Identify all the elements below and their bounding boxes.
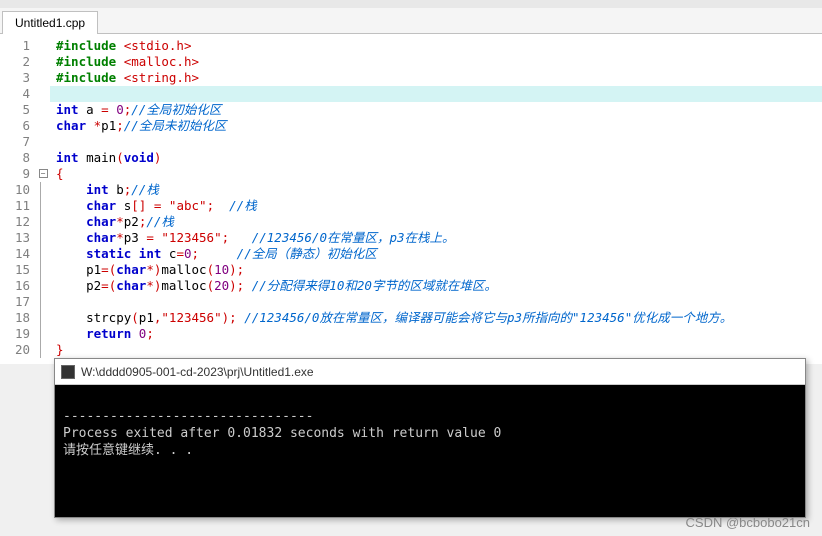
line-num: 15 — [0, 262, 30, 278]
line-num: 10 — [0, 182, 30, 198]
line-num: 3 — [0, 70, 30, 86]
code-line-highlight — [50, 86, 822, 102]
fold-toggle[interactable]: − — [36, 166, 50, 182]
line-num: 6 — [0, 118, 30, 134]
code-line: #include <string.h> — [56, 70, 822, 86]
line-gutter: 1 2 3 4 5 6 7 8 9 10 11 12 13 14 15 16 1… — [0, 34, 36, 364]
line-num: 5 — [0, 102, 30, 118]
code-line: char *p1;//全局未初始化区 — [56, 118, 822, 134]
console-exit-msg: Process exited after 0.01832 seconds wit… — [63, 425, 797, 442]
line-num: 13 — [0, 230, 30, 246]
line-num: 11 — [0, 198, 30, 214]
code-line: char s[] = "abc"; //栈 — [56, 198, 822, 214]
window-chrome — [0, 0, 822, 8]
code-editor[interactable]: 1 2 3 4 5 6 7 8 9 10 11 12 13 14 15 16 1… — [0, 34, 822, 364]
console-icon — [61, 365, 75, 379]
line-num: 7 — [0, 134, 30, 150]
code-line: int main(void) — [56, 150, 822, 166]
tab-bar: Untitled1.cpp — [0, 8, 822, 34]
code-line: int b;//栈 — [56, 182, 822, 198]
code-line: #include <stdio.h> — [56, 38, 822, 54]
line-num: 20 — [0, 342, 30, 358]
code-line: return 0; — [56, 326, 822, 342]
code-line: int a = 0;//全局初始化区 — [56, 102, 822, 118]
console-output: -------------------------------- Process… — [55, 385, 805, 517]
code-line: static int c=0; //全局（静态）初始化区 — [56, 246, 822, 262]
console-prompt: 请按任意键继续. . . — [63, 442, 797, 459]
code-line: } — [56, 342, 822, 358]
tab-file[interactable]: Untitled1.cpp — [2, 11, 98, 34]
code-line — [56, 294, 822, 310]
line-num: 12 — [0, 214, 30, 230]
code-line: p1=(char*)malloc(10); — [56, 262, 822, 278]
line-num: 9 — [0, 166, 30, 182]
line-num: 19 — [0, 326, 30, 342]
line-num: 1 — [0, 38, 30, 54]
watermark: CSDN @bcbobo21cn — [686, 515, 810, 530]
code-line: strcpy(p1,"123456"); //123456/0放在常量区，编译器… — [56, 310, 822, 326]
code-line: #include <malloc.h> — [56, 54, 822, 70]
console-separator: -------------------------------- — [63, 408, 797, 425]
code-body[interactable]: #include <stdio.h> #include <malloc.h> #… — [50, 34, 822, 364]
line-num: 14 — [0, 246, 30, 262]
line-num: 17 — [0, 294, 30, 310]
code-line — [56, 134, 822, 150]
line-num: 18 — [0, 310, 30, 326]
line-num: 8 — [0, 150, 30, 166]
console-titlebar[interactable]: W:\dddd0905-001-cd-2023\prj\Untitled1.ex… — [55, 359, 805, 385]
line-num: 2 — [0, 54, 30, 70]
line-num: 16 — [0, 278, 30, 294]
code-line: char*p3 = "123456"; //123456/0在常量区，p3在栈上… — [56, 230, 822, 246]
console-window[interactable]: W:\dddd0905-001-cd-2023\prj\Untitled1.ex… — [54, 358, 806, 518]
code-line: char*p2;//栈 — [56, 214, 822, 230]
console-title-text: W:\dddd0905-001-cd-2023\prj\Untitled1.ex… — [81, 365, 314, 379]
code-line: { — [56, 166, 822, 182]
line-num: 4 — [0, 86, 30, 102]
fold-column: − — [36, 34, 50, 364]
code-line: p2=(char*)malloc(20); //分配得来得10和20字节的区域就… — [56, 278, 822, 294]
